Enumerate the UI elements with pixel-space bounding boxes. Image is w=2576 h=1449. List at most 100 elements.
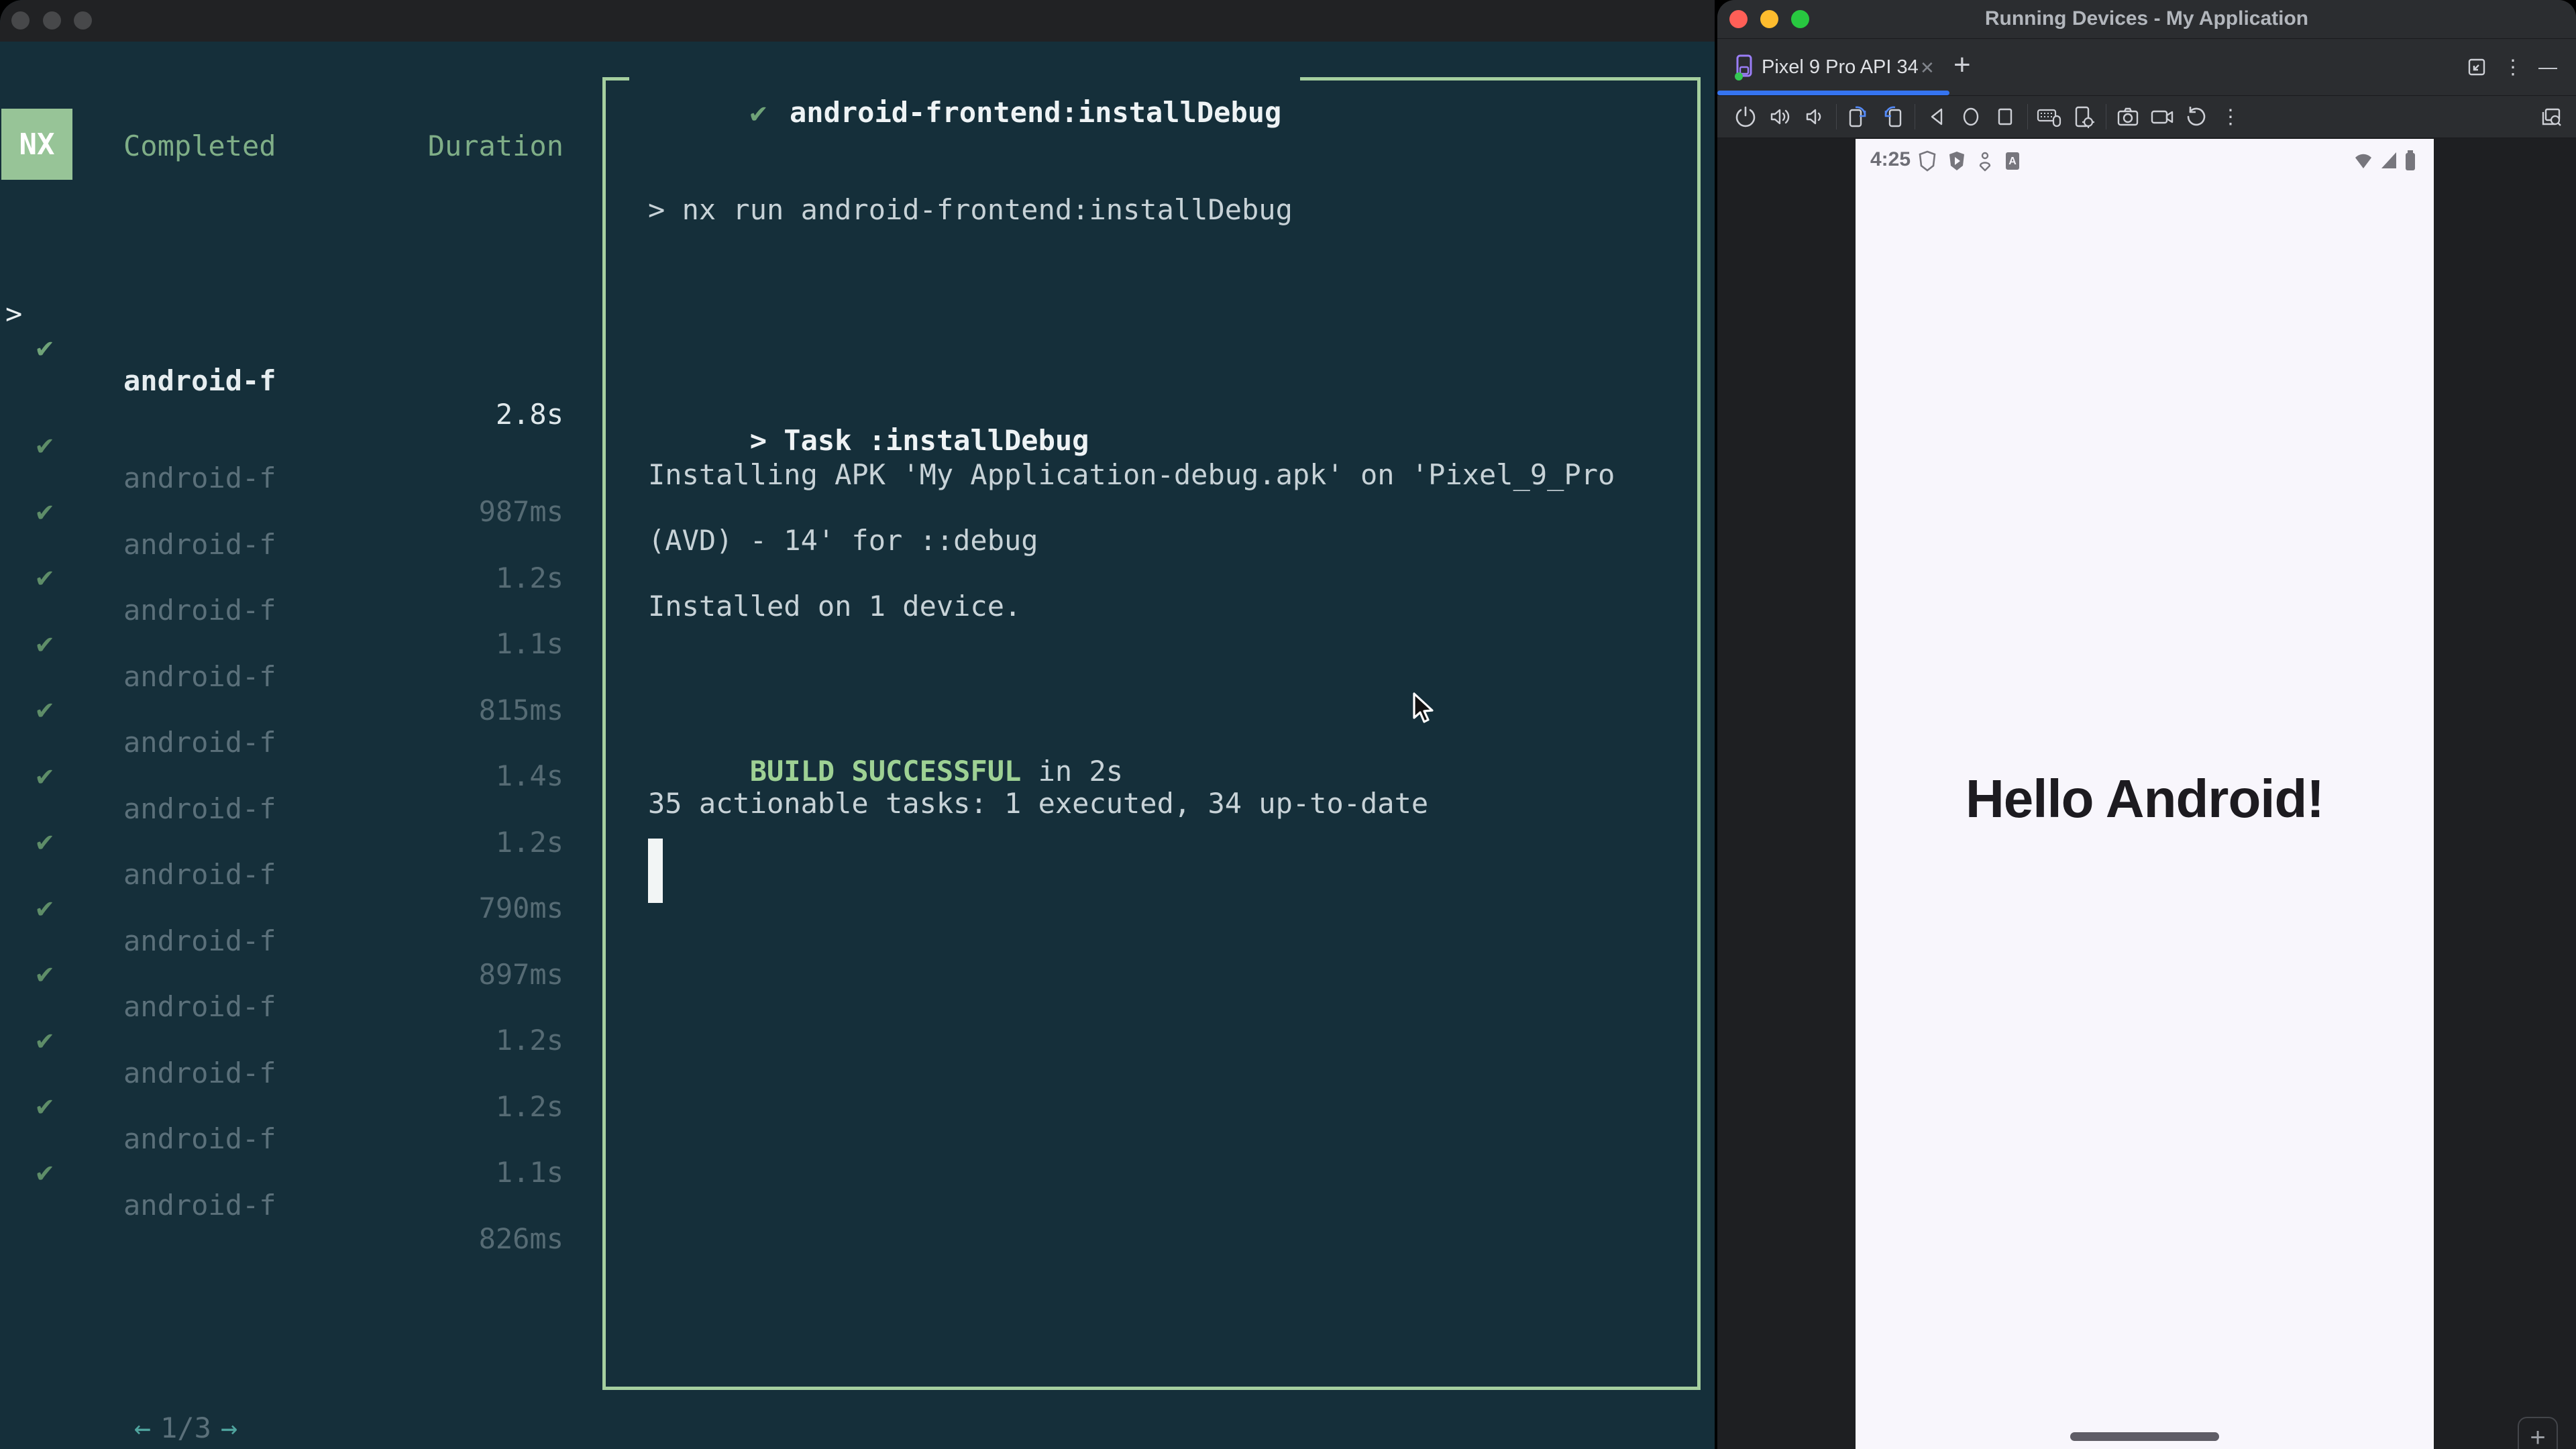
android-home-button[interactable]: [1956, 102, 1986, 131]
tab-label: Pixel 9 Pro API 34: [1762, 56, 1919, 78]
battery-icon: [2406, 150, 2415, 170]
task-name: android-f: [123, 364, 276, 397]
keyboard-mouse-icon: [2037, 109, 2061, 127]
terminal-titlebar[interactable]: [0, 0, 1715, 42]
task-output-title-text: android-frontend:installDebug: [790, 96, 1282, 129]
task-row[interactable]: ✔ android-f 1.4s: [0, 659, 604, 792]
task-row[interactable]: ✔ android-f 987ms: [0, 394, 604, 528]
task-duration: 1.2s: [495, 1024, 564, 1057]
task-duration: 1.2s: [495, 1090, 564, 1123]
restart-device-button[interactable]: [2182, 102, 2211, 131]
app-notification-icon: A: [2006, 152, 2019, 170]
check-icon: ✔: [36, 692, 54, 725]
hardware-input-button[interactable]: [2035, 102, 2064, 131]
terminal-installed-line: Installed on 1 device.: [648, 590, 1022, 623]
profile-icon: [1979, 152, 1991, 172]
tab-pixel-9-pro[interactable]: Pixel 9 Pro API 34 ✕: [1717, 39, 1949, 95]
rotate-right-button[interactable]: [1878, 102, 1907, 131]
emulator-screen[interactable]: 4:25 A Hello Android!: [1856, 139, 2434, 1449]
task-row[interactable]: ✔ android-f 790ms: [0, 791, 604, 924]
camera-icon: [2117, 107, 2139, 126]
task-row[interactable]: ✔ android-f 826ms: [0, 1122, 604, 1255]
task-row[interactable]: ✔ android-f 1.2s: [0, 725, 604, 859]
window-minimize-icon[interactable]: [43, 11, 61, 30]
screen-record-button[interactable]: [2147, 102, 2177, 131]
task-duration: 826ms: [478, 1222, 564, 1255]
page-prev-arrow[interactable]: ←: [134, 1411, 151, 1444]
task-duration: 897ms: [478, 958, 564, 991]
task-row[interactable]: ✔ android-f 1.1s: [0, 527, 604, 660]
check-icon: ✔: [36, 494, 54, 527]
zoom-in-button[interactable]: +: [2530, 1424, 2545, 1449]
task-row-selected[interactable]: > ✔ android-f 2.8s: [0, 264, 604, 431]
task-duration: 987ms: [478, 495, 564, 528]
screen-inspect-button[interactable]: [2536, 102, 2565, 131]
power-button[interactable]: [1731, 102, 1760, 131]
toolbar-separator: [1836, 104, 1837, 129]
power-icon: [1735, 106, 1756, 127]
running-devices-window: Running Devices - My Application Pixel 9…: [1717, 0, 2576, 1449]
android-overview-button[interactable]: [1990, 102, 2020, 131]
build-status: BUILD SUCCESSFUL: [749, 755, 1022, 788]
wifi-icon: [2355, 154, 2371, 168]
page-indicator: 1/3: [160, 1411, 211, 1444]
column-header-completed: Completed: [123, 129, 276, 162]
volume-up-button[interactable]: [1765, 102, 1794, 131]
float-window-button[interactable]: [2463, 54, 2490, 80]
restart-icon: [2187, 107, 2206, 126]
window-zoom-icon[interactable]: [74, 11, 92, 30]
phone-device-icon: [1735, 54, 1752, 80]
column-header-duration: Duration: [427, 129, 564, 162]
pagination: ← 1/3 →: [32, 1378, 237, 1449]
android-back-button[interactable]: [1922, 102, 1951, 131]
emulator-toolbar: ⋮: [1717, 96, 2576, 138]
terminal-install-line1: Installing APK 'My Application-debug.apk…: [648, 458, 1615, 491]
check-icon: ✔: [36, 627, 54, 659]
task-row[interactable]: ✔ android-f 1.2s: [0, 989, 604, 1123]
task-duration: 1.2s: [495, 561, 564, 594]
task-row[interactable]: ✔ android-f 815ms: [0, 593, 604, 727]
mouse-pointer-icon: [1413, 692, 1434, 723]
window-close-icon[interactable]: [11, 11, 30, 30]
status-system-icons: [2353, 150, 2416, 171]
signal-icon: [2381, 152, 2396, 168]
build-time: in 2s: [1021, 755, 1124, 788]
tabbar-more-button[interactable]: ⋮: [2500, 54, 2526, 80]
running-devices-titlebar[interactable]: Running Devices - My Application: [1717, 0, 2576, 39]
task-duration: 815ms: [478, 694, 564, 727]
rotate-left-button[interactable]: [1843, 102, 1873, 131]
check-icon: ✔: [36, 331, 54, 364]
phone-settings-icon: [2075, 106, 2094, 128]
task-duration: 1.4s: [495, 759, 564, 792]
terminal-install-line2: (AVD) - 14' for ::debug: [648, 524, 1038, 557]
task-row[interactable]: ✔ android-f 1.1s: [0, 1055, 604, 1189]
toolbar-separator: [2027, 104, 2028, 129]
svg-text:A: A: [2008, 156, 2017, 167]
screenshot-button[interactable]: [2113, 102, 2143, 131]
shield-play-icon: [1949, 152, 1964, 170]
gesture-navigation-bar[interactable]: [2070, 1432, 2219, 1441]
hide-panel-button[interactable]: —: [2534, 54, 2561, 80]
device-tabbar: Pixel 9 Pro API 34 ✕ + ⋮ —: [1717, 39, 2576, 96]
task-duration: 1.1s: [495, 1156, 564, 1189]
inspect-layers-icon: [2542, 108, 2561, 126]
check-icon: ✔: [36, 957, 54, 989]
task-row[interactable]: ✔ android-f 897ms: [0, 857, 604, 991]
app-greeting-text: Hello Android!: [1965, 769, 2324, 828]
screenshot-root: NX Completed Duration > ✔ android-f 2.8s…: [0, 0, 2576, 1449]
task-duration: 1.1s: [495, 627, 564, 660]
new-tab-button[interactable]: +: [1953, 48, 1971, 82]
device-settings-button[interactable]: [2069, 102, 2098, 131]
check-icon: ✔: [36, 1023, 54, 1056]
toolbar-more-button[interactable]: ⋮: [2216, 102, 2245, 131]
task-name: android-f: [123, 1189, 276, 1222]
page-next-arrow[interactable]: →: [221, 1411, 237, 1444]
overview-icon: [1998, 108, 2012, 125]
check-icon: ✔: [36, 759, 54, 792]
task-row[interactable]: ✔ android-f 1.2s: [0, 923, 604, 1057]
emulator-zoom-panel: + − 1:1: [2518, 1417, 2558, 1449]
window-title: Running Devices - My Application: [1984, 7, 2309, 30]
volume-down-button[interactable]: [1799, 102, 1829, 131]
task-row[interactable]: ✔ android-f 1.2s: [0, 461, 604, 594]
tab-close-icon[interactable]: ✕: [1920, 58, 1935, 78]
